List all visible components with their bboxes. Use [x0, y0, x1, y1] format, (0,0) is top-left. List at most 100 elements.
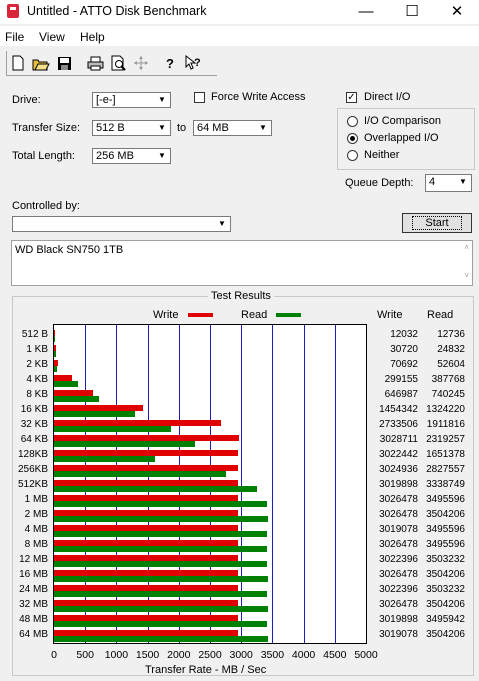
neither-radio[interactable] [347, 150, 358, 161]
queue-depth-select[interactable]: 4 ▼ [425, 174, 472, 192]
read-value: 1324220 [426, 404, 465, 415]
y-tick-label: 16 MB [19, 569, 48, 580]
y-tick-label: 1 KB [26, 344, 48, 355]
y-tick-label: 2 MB [24, 509, 48, 520]
menu-view[interactable]: View [39, 30, 65, 44]
y-tick-label: 1 MB [24, 494, 48, 505]
read-value: 52604 [437, 359, 465, 370]
read-bar [54, 336, 55, 342]
y-tick-label: 4 KB [26, 374, 48, 385]
transfer-size-to-value: 64 MB [197, 122, 229, 134]
chevron-down-icon: ▼ [158, 151, 166, 160]
svg-text:?: ? [194, 57, 201, 69]
read-bar [54, 471, 227, 477]
y-tick-label: 24 MB [19, 584, 48, 595]
force-write-label: Force Write Access [211, 91, 306, 103]
read-value: 3495596 [426, 524, 465, 535]
read-value: 2319257 [426, 434, 465, 445]
x-axis-title: Transfer Rate - MB / Sec [145, 664, 267, 676]
drive-value: [-e-] [96, 94, 116, 106]
chevron-down-icon: ▼ [218, 219, 226, 228]
y-tick-label: 2 KB [26, 359, 48, 370]
description-text: WD Black SN750 1TB [15, 244, 124, 256]
read-value: 3495596 [426, 494, 465, 505]
y-tick-label: 12 MB [19, 554, 48, 565]
scroll-down-icon[interactable]: ˅ [464, 271, 469, 280]
scroll-up-icon[interactable]: ˄ [464, 243, 469, 252]
legend-read-label: Read [241, 309, 268, 321]
read-bar [54, 456, 155, 462]
context-help-icon[interactable]: ? [183, 53, 203, 73]
transfer-size-to-select[interactable]: 64 MB ▼ [193, 120, 272, 136]
drive-label: Drive: [12, 94, 41, 106]
y-tick-label: 16 KB [20, 404, 48, 415]
read-bar [54, 396, 100, 402]
read-value: 3495942 [426, 614, 465, 625]
maximize-button[interactable]: ☐ [389, 0, 435, 24]
read-bar [54, 411, 135, 417]
grid-line [334, 325, 336, 643]
chevron-down-icon: ▼ [459, 177, 467, 186]
transfer-size-label: Transfer Size: [12, 122, 81, 134]
y-tick-label: 8 KB [26, 389, 48, 400]
read-bar [54, 501, 267, 507]
read-bar [54, 606, 268, 612]
read-bar [54, 561, 268, 567]
open-icon[interactable] [31, 53, 51, 73]
io-comparison-label: I/O Comparison [364, 115, 442, 127]
move-icon[interactable] [131, 53, 151, 73]
read-bar [54, 486, 258, 492]
read-bar [54, 381, 78, 387]
grid-line [272, 325, 274, 643]
transfer-size-from-select[interactable]: 512 B ▼ [92, 120, 171, 136]
y-tick-label: 64 KB [20, 434, 48, 445]
print-icon[interactable] [85, 53, 105, 73]
save-icon[interactable] [54, 53, 74, 73]
overlapped-io-radio[interactable] [347, 133, 358, 144]
read-value: 3503232 [426, 554, 465, 565]
read-value: 3338749 [426, 479, 465, 490]
minimize-button[interactable]: — [343, 0, 389, 24]
overlapped-io-label: Overlapped I/O [364, 132, 439, 144]
y-tick-label: 32 MB [19, 599, 48, 610]
grid-line [303, 325, 305, 643]
controlled-by-select[interactable]: ▼ [12, 216, 231, 232]
force-write-checkbox[interactable] [194, 92, 205, 103]
total-length-select[interactable]: 256 MB ▼ [92, 148, 171, 164]
menu-help[interactable]: Help [80, 30, 105, 44]
start-button[interactable]: Start [402, 213, 472, 233]
drive-select[interactable]: [-e-] ▼ [92, 92, 171, 108]
read-value: 387768 [431, 374, 465, 385]
read-column-header: Read [427, 309, 454, 321]
start-label: Start [412, 216, 462, 230]
menu-file[interactable]: File [5, 30, 24, 44]
read-bar [54, 591, 268, 597]
print-preview-icon[interactable] [108, 53, 128, 73]
read-bar [54, 576, 268, 582]
x-tick-label: 5000 [354, 649, 378, 661]
window-title: Untitled - ATTO Disk Benchmark [27, 4, 207, 18]
legend-write-swatch [188, 313, 213, 317]
app-icon [7, 4, 19, 18]
direct-io-label: Direct I/O [364, 91, 411, 103]
chevron-down-icon: ▼ [259, 123, 267, 132]
controlled-by-label: Controlled by: [12, 200, 80, 212]
read-value: 3504206 [426, 569, 465, 580]
read-value: 24832 [437, 344, 465, 355]
direct-io-checkbox[interactable]: ✓ [346, 92, 357, 103]
menu-bar [0, 26, 479, 46]
read-bar [54, 636, 268, 642]
description-textbox[interactable]: WD Black SN750 1TB ˄ ˅ [11, 240, 473, 286]
close-button[interactable]: ✕ [434, 0, 479, 24]
read-value: 3504206 [426, 629, 465, 640]
read-value: 3504206 [426, 599, 465, 610]
io-comparison-radio[interactable] [347, 116, 358, 127]
chevron-down-icon: ▼ [158, 95, 166, 104]
total-length-value: 256 MB [96, 150, 134, 162]
read-bar [54, 531, 267, 537]
read-bar [54, 351, 56, 357]
help-icon[interactable]: ? [160, 53, 180, 73]
svg-text:?: ? [166, 56, 174, 71]
new-icon[interactable] [8, 53, 28, 73]
y-tick-label: 128KB [17, 449, 48, 460]
